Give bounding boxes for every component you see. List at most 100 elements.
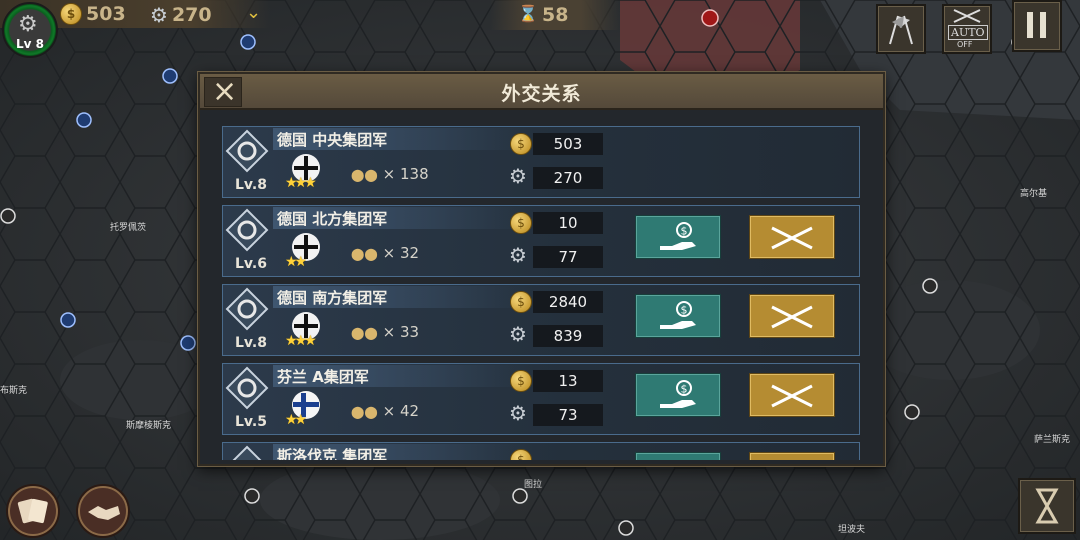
faction-level: Lv.8 xyxy=(235,335,267,351)
coin-icon: $ xyxy=(510,370,532,392)
rank-stars: ★★ xyxy=(285,412,307,428)
map-label-6: 图拉 xyxy=(524,480,543,490)
unit-count: ⬤⬤ × 42 xyxy=(351,402,419,420)
hourglass-icon xyxy=(1035,488,1059,524)
commander-level: Lv 8 xyxy=(16,37,44,51)
crossed-rifles-icon xyxy=(771,305,813,329)
pause-icon xyxy=(1027,12,1033,38)
industry-gear-icon: ⚙ xyxy=(150,3,168,27)
units-icon: ⬤⬤ xyxy=(351,326,378,340)
svg-text:$: $ xyxy=(681,304,688,317)
map-label-7: 坦波夫 xyxy=(838,525,866,535)
map-label-5: 萨兰斯克 xyxy=(1034,435,1071,445)
coin-icon: $ xyxy=(510,291,532,313)
industry-value: 77 xyxy=(533,246,603,268)
declare-war-button[interactable] xyxy=(749,452,835,460)
hourglass-icon: ⌛ xyxy=(518,4,538,23)
corps-emblem-icon xyxy=(225,208,269,252)
rifles-icon xyxy=(953,9,981,23)
units-icon: ⬤⬤ xyxy=(351,247,378,261)
declare-war-button[interactable] xyxy=(749,215,835,259)
diplomacy-dialog: × 外交关系 Lv.8 德国 中央集团军 ★★★ ⬤⬤ × 138 $ 503 xyxy=(198,72,885,466)
faction-list[interactable]: Lv.8 德国 中央集团军 ★★★ ⬤⬤ × 138 $ 503 ⚙ 270 L… xyxy=(222,126,862,460)
coin-icon: $ xyxy=(60,3,82,25)
coin-icon: $ xyxy=(510,133,532,155)
unit-count: ⬤⬤ × 33 xyxy=(351,323,419,341)
faction-row: 斯洛伐克 集团军 $ xyxy=(222,442,860,460)
faction-row: Lv.6 德国 北方集团军 ★★ ⬤⬤ × 32 $ 10 ⚙ 77 $ xyxy=(222,205,860,277)
map-label-3: 布斯克 xyxy=(0,386,28,396)
faction-level: Lv.5 xyxy=(235,414,267,430)
faction-name: 德国 北方集团军 xyxy=(277,210,388,228)
declare-war-button[interactable] xyxy=(749,294,835,338)
commander-level-badge[interactable]: ⚙ Lv 8 xyxy=(2,2,58,58)
unit-count-value: × 33 xyxy=(382,323,420,341)
diplomacy-flags-button[interactable] xyxy=(876,4,926,54)
gold-amount: 503 xyxy=(86,3,126,25)
hand-money-icon: $ xyxy=(660,222,696,250)
faction-row: Lv.8 德国 中央集团军 ★★★ ⬤⬤ × 138 $ 503 ⚙ 270 xyxy=(222,126,860,198)
turn-counter: ⌛ 58 xyxy=(490,0,620,30)
diplomacy-button[interactable] xyxy=(78,486,128,536)
corps-emblem-icon xyxy=(225,366,269,410)
pause-button[interactable] xyxy=(1012,0,1062,52)
rank-stars: ★★★ xyxy=(285,175,317,191)
faction-row: Lv.8 德国 南方集团军 ★★★ ⬤⬤ × 33 $ 2840 ⚙ 839 $ xyxy=(222,284,860,356)
bribe-button[interactable] xyxy=(635,452,721,460)
industry-value: 270 xyxy=(533,167,603,189)
hand-money-icon: $ xyxy=(660,380,696,408)
map-label-2: 高尔基 xyxy=(1020,189,1048,199)
bribe-button[interactable]: $ xyxy=(635,215,721,259)
industry-amount: 270 xyxy=(171,4,212,26)
gear-icon: ⚙ xyxy=(509,243,527,267)
rank-stars: ★★ xyxy=(285,254,307,270)
industry-display: ⚙ 270 xyxy=(150,3,212,27)
flags-icon xyxy=(889,15,913,45)
gear-icon: ⚙ xyxy=(509,164,527,188)
faction-row: Lv.5 芬兰 A集团军 ★★ ⬤⬤ × 42 $ 13 ⚙ 73 $ xyxy=(222,363,860,435)
end-turn-button[interactable] xyxy=(1018,478,1076,534)
unit-count: ⬤⬤ × 138 xyxy=(351,165,429,183)
auto-toggle-button[interactable]: AUTO OFF xyxy=(942,4,992,54)
crossed-rifles-icon xyxy=(771,226,813,250)
pause-icon-bar xyxy=(1040,12,1046,38)
svg-text:$: $ xyxy=(681,225,688,238)
units-icon: ⬤⬤ xyxy=(351,405,378,419)
svg-text:$: $ xyxy=(681,383,688,396)
unit-count-value: × 138 xyxy=(382,165,429,183)
faction-name: 德国 中央集团军 xyxy=(277,131,388,149)
auto-label: AUTO xyxy=(948,25,988,40)
gold-display: $ 503 xyxy=(60,3,126,25)
faction-name: 德国 南方集团军 xyxy=(277,289,388,307)
gold-value: 10 xyxy=(533,212,603,234)
handshake-icon xyxy=(88,506,120,520)
gear-icon: ⚙ xyxy=(509,401,527,425)
rank-stars: ★★★ xyxy=(285,333,317,349)
bribe-button[interactable]: $ xyxy=(635,294,721,338)
units-icon: ⬤⬤ xyxy=(351,168,378,182)
hand-money-icon: $ xyxy=(660,301,696,329)
corps-emblem-icon xyxy=(225,287,269,331)
faction-name: 斯洛伐克 集团军 xyxy=(277,447,388,460)
coin-icon: $ xyxy=(510,212,532,234)
gear-icon: ⚙ xyxy=(18,12,38,37)
map-label-1: 托罗佩茨 xyxy=(110,223,147,233)
cards-icon xyxy=(17,498,48,524)
cards-button[interactable] xyxy=(8,486,58,536)
bribe-button[interactable]: $ xyxy=(635,373,721,417)
unit-count-value: × 32 xyxy=(382,244,420,262)
dialog-header: × 外交关系 xyxy=(200,74,883,110)
gold-value: 2840 xyxy=(533,291,603,313)
crossed-rifles-icon xyxy=(771,384,813,408)
faction-level: Lv.6 xyxy=(235,256,267,272)
industry-value: 73 xyxy=(533,404,603,426)
gold-value: 13 xyxy=(533,370,603,392)
gear-icon: ⚙ xyxy=(509,322,527,346)
chevron-down-icon[interactable]: ⌄ xyxy=(246,2,261,23)
corps-emblem-icon xyxy=(225,129,269,173)
auto-state: OFF xyxy=(957,40,973,49)
turn-number: 58 xyxy=(542,4,569,26)
corps-emblem-icon xyxy=(232,445,262,460)
unit-count-value: × 42 xyxy=(382,402,420,420)
declare-war-button[interactable] xyxy=(749,373,835,417)
